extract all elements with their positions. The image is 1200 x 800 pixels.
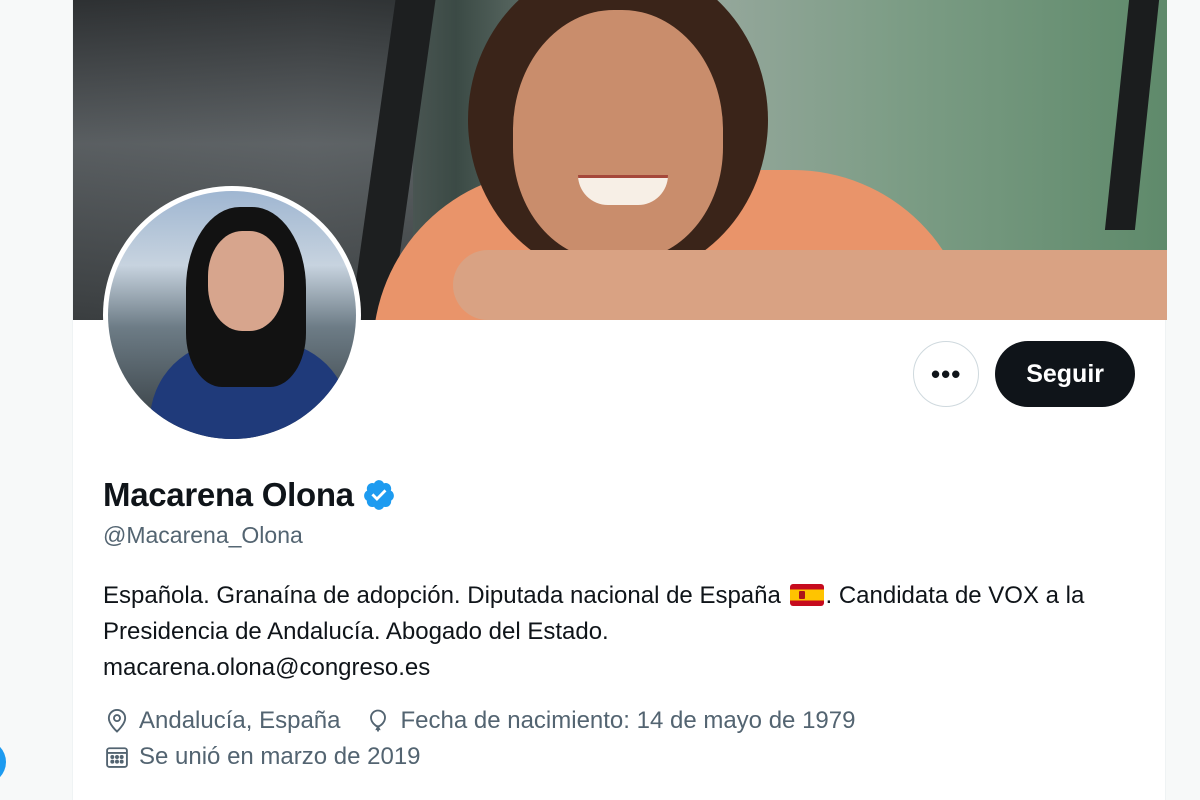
- birthday-text: Fecha de nacimiento: 14 de mayo de 1979: [400, 707, 856, 734]
- profile-card: ••• Seguir Macarena Olona @Macarena_Olon…: [72, 0, 1167, 800]
- banner-person-arm: [453, 250, 1167, 320]
- follow-button-label: Seguir: [1026, 359, 1104, 388]
- profile-avatar[interactable]: [103, 186, 361, 444]
- verified-badge-icon[interactable]: [362, 478, 396, 512]
- profile-actions: ••• Seguir: [913, 341, 1135, 407]
- more-icon: •••: [931, 358, 962, 389]
- avatar-photo: [108, 191, 356, 439]
- profile-handle: @Macarena_Olona: [103, 522, 303, 548]
- profile-bio: Española. Granaína de adopción. Diputada…: [103, 578, 1133, 686]
- banner-person-face: [513, 10, 723, 260]
- avatar-face: [208, 231, 284, 331]
- bio-text-part1: Española. Granaína de adopción. Diputada…: [103, 582, 788, 609]
- joined-text: Se unió en marzo de 2019: [139, 743, 421, 770]
- display-name: Macarena Olona: [103, 476, 354, 513]
- profile-joined-row: Se unió en marzo de 2019: [103, 743, 421, 771]
- profile-name-row: Macarena Olona: [103, 476, 396, 514]
- bio-email: macarena.olona@congreso.es: [103, 654, 431, 681]
- profile-meta-row: Andalucía, España Fecha de nacimiento: 1…: [103, 707, 855, 735]
- joined-item: Se unió en marzo de 2019: [103, 743, 421, 771]
- location-item: Andalucía, España: [103, 707, 340, 735]
- balloon-icon: [370, 709, 387, 732]
- spain-flag-icon: [789, 584, 824, 606]
- banner-right-frame: [1104, 0, 1160, 230]
- location-pin-icon: [107, 709, 127, 733]
- follow-button[interactable]: Seguir: [995, 341, 1135, 407]
- location-text: Andalucía, España: [139, 707, 341, 734]
- more-options-button[interactable]: •••: [913, 341, 980, 407]
- birthday-item: Fecha de nacimiento: 14 de mayo de 1979: [364, 707, 855, 735]
- calendar-icon: [106, 747, 128, 768]
